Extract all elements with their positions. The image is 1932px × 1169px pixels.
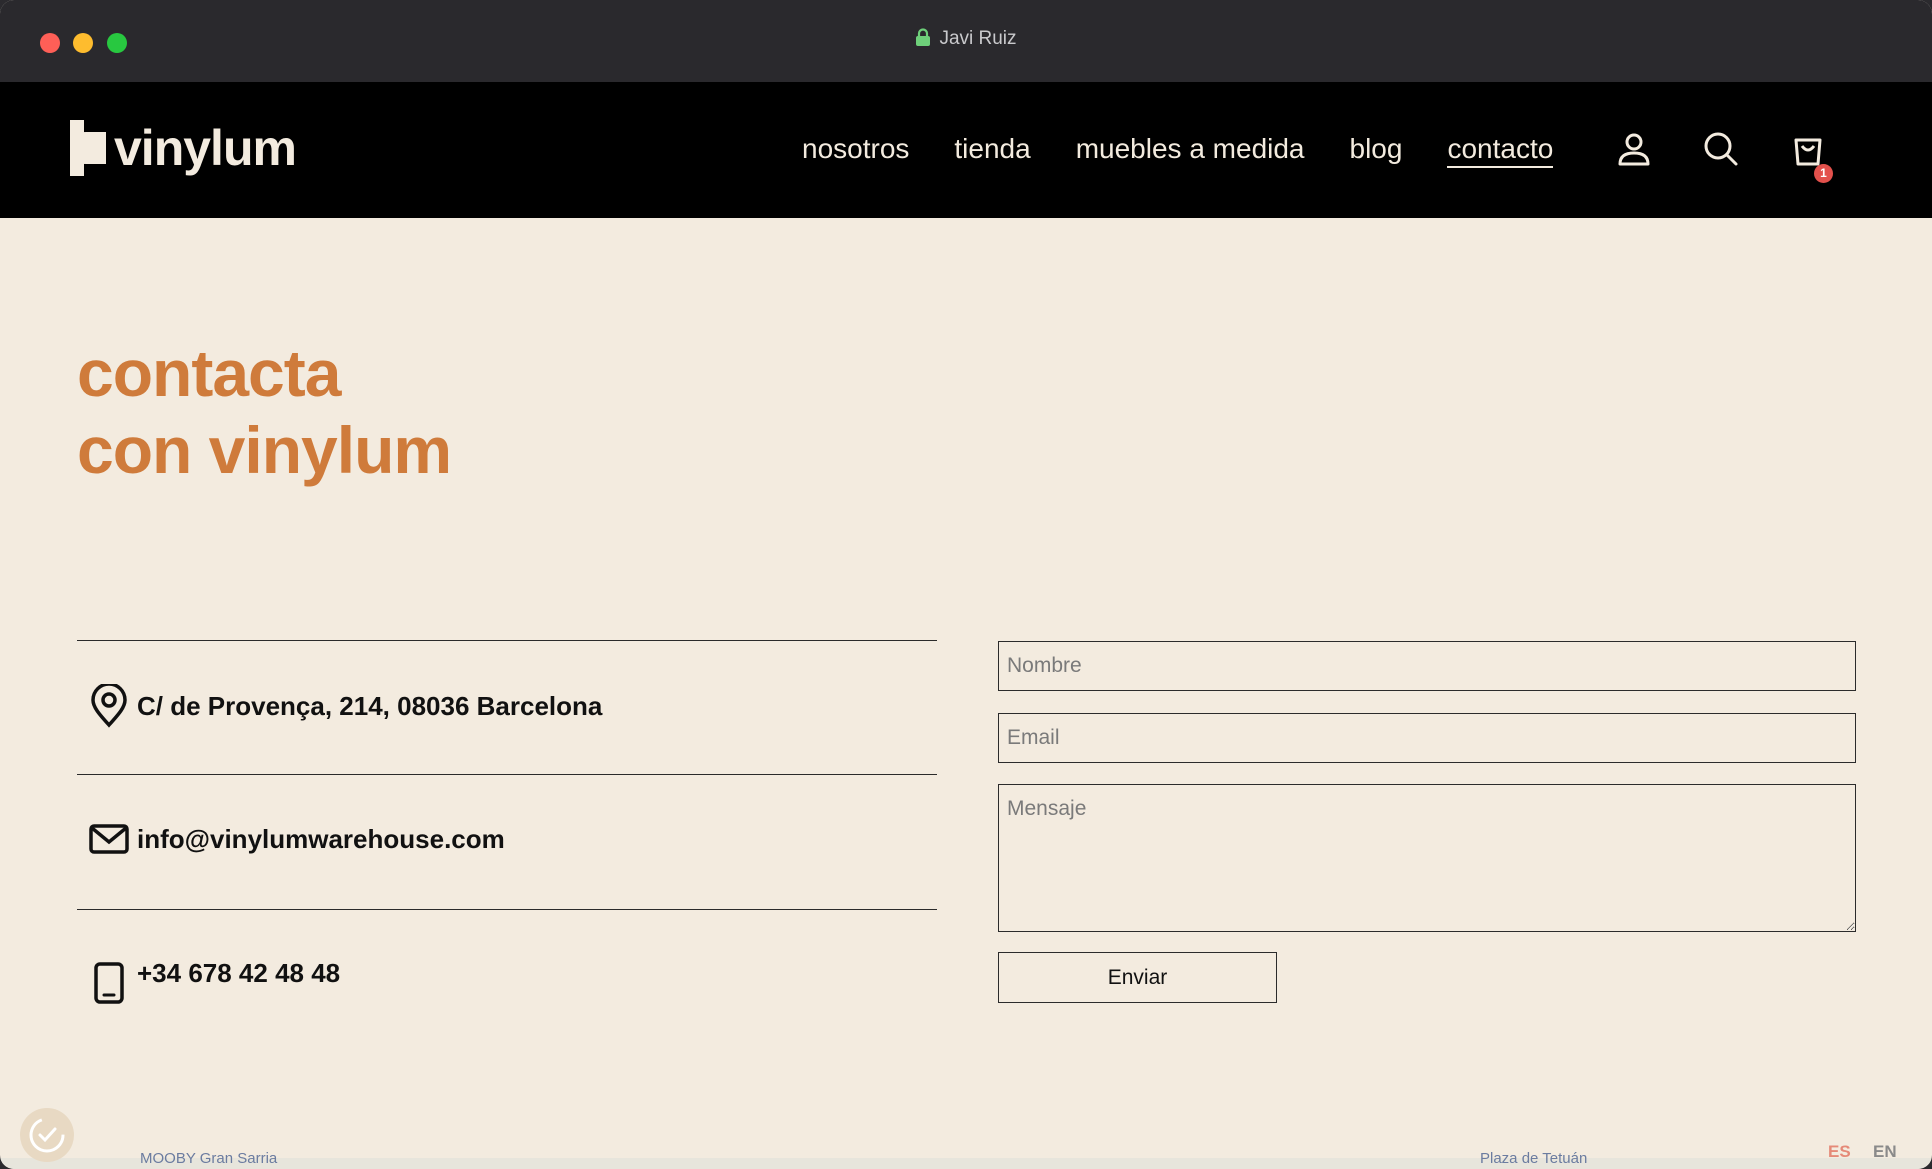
submit-button[interactable]: Enviar <box>998 952 1277 1003</box>
nav-item-muebles-a-medida[interactable]: muebles a medida <box>1076 132 1305 168</box>
map-label-mooby: MOOBY Gran Sarria <box>140 1150 278 1167</box>
phone-icon <box>94 962 124 1004</box>
email-field[interactable] <box>998 713 1856 763</box>
search-icon[interactable] <box>1702 130 1740 168</box>
page-title: contacta con vinylum <box>77 335 452 489</box>
nav-item-contacto[interactable]: contacto <box>1447 132 1554 168</box>
site-logo[interactable]: vinylum <box>70 120 297 176</box>
phone-row[interactable]: +34 678 42 48 48 <box>89 942 340 1004</box>
user-icon[interactable] <box>1615 130 1653 168</box>
nav-item-nosotros[interactable]: nosotros <box>802 132 909 168</box>
nav-item-tienda[interactable]: tienda <box>954 132 1030 168</box>
name-field[interactable] <box>998 641 1856 691</box>
cart-icon[interactable] <box>1790 130 1828 168</box>
logo-mark-icon <box>70 120 106 176</box>
page-title-line-2: con vinylum <box>77 413 452 487</box>
mail-icon <box>89 824 129 854</box>
browser-titlebar: Javi Ruiz <box>0 0 1932 82</box>
lock-icon <box>915 28 931 53</box>
location-pin-icon <box>91 684 127 728</box>
cookie-check-icon <box>29 1117 65 1153</box>
language-en[interactable]: EN <box>1873 1142 1897 1162</box>
page-title-line-1: contacta <box>77 336 341 410</box>
main-nav: nosotros tienda muebles a medida blog co… <box>802 132 1598 168</box>
phone-text[interactable]: +34 678 42 48 48 <box>137 958 340 989</box>
map-label-plaza-tetuan: Plaza de Tetuán <box>1480 1150 1588 1167</box>
map[interactable] <box>0 1158 1932 1169</box>
language-es[interactable]: ES <box>1828 1142 1851 1162</box>
logo-text: vinylum <box>114 120 297 176</box>
divider <box>77 640 937 641</box>
email-row[interactable]: info@vinylumwarehouse.com <box>89 817 505 861</box>
cart-count-badge: 1 <box>1814 164 1833 183</box>
window-title-text: Javi Ruiz <box>939 28 1017 49</box>
email-text[interactable]: info@vinylumwarehouse.com <box>137 824 505 855</box>
browser-window: Javi Ruiz vinylum nosotros tienda mueble… <box>0 0 1932 1169</box>
divider <box>77 774 937 775</box>
window-title: Javi Ruiz <box>0 28 1932 53</box>
divider <box>77 909 937 910</box>
address-row: C/ de Provença, 214, 08036 Barcelona <box>89 684 602 728</box>
message-field[interactable] <box>998 784 1856 932</box>
address-text: C/ de Provença, 214, 08036 Barcelona <box>137 690 603 721</box>
cookie-settings-button[interactable] <box>20 1108 74 1162</box>
nav-item-blog[interactable]: blog <box>1350 132 1403 168</box>
site-header: vinylum nosotros tienda muebles a medida… <box>0 82 1932 218</box>
